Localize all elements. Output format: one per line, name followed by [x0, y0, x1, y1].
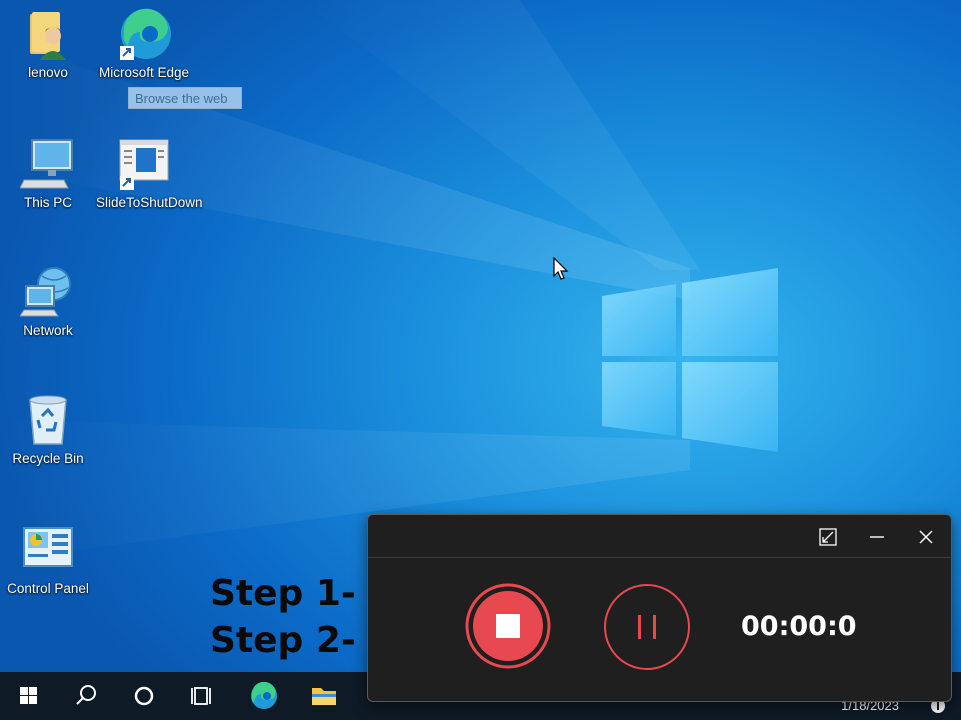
- desktop-icon-this-pc[interactable]: This PC: [0, 136, 96, 211]
- desktop-icon-lenovo[interactable]: lenovo: [0, 6, 96, 81]
- user-folder-icon: [20, 6, 76, 62]
- stop-recording-button[interactable]: [465, 583, 551, 669]
- minimize-button[interactable]: [864, 524, 890, 550]
- desktop-icon-label: This PC: [23, 195, 72, 210]
- cortana-button[interactable]: [120, 672, 168, 720]
- desktop-icon-slidetoshutdown[interactable]: SlideToShutDown: [96, 136, 203, 211]
- computer-icon: [19, 136, 76, 192]
- stop-icon: [465, 583, 551, 669]
- desktop-icon-label: Network: [23, 323, 73, 338]
- edge-icon: [116, 6, 172, 62]
- minimize-icon: [870, 536, 884, 538]
- task-view-icon: [191, 687, 211, 705]
- desktop: lenovo Microsoft Edge Browse the web Thi…: [0, 0, 961, 720]
- desktop-icon-network[interactable]: Network: [0, 264, 96, 339]
- expand-button[interactable]: [815, 524, 841, 550]
- close-button[interactable]: [913, 524, 939, 550]
- recorder-titlebar[interactable]: [368, 515, 951, 558]
- start-button[interactable]: [4, 672, 52, 720]
- control-panel-icon: [20, 522, 76, 578]
- desktop-icon-label: SlideToShutDown: [96, 195, 203, 210]
- desktop-icon-label: lenovo: [28, 65, 68, 80]
- windows-logo-wallpaper: [602, 268, 778, 452]
- recycle-bin-icon: [20, 392, 76, 448]
- desktop-icon-control-panel[interactable]: Control Panel: [0, 522, 96, 597]
- slide-to-shutdown-icon: [116, 136, 172, 192]
- folder-icon: [312, 688, 336, 705]
- desktop-icon-recycle-bin[interactable]: Recycle Bin: [0, 392, 96, 467]
- expand-icon: [819, 528, 837, 546]
- pause-recording-button[interactable]: [603, 583, 691, 671]
- pause-icon: [604, 584, 690, 670]
- taskbar-file-explorer-button[interactable]: [300, 672, 348, 720]
- search-icon: [76, 685, 96, 705]
- cortana-circle-icon: [134, 686, 154, 706]
- screen-recorder-window: 00:00:0: [367, 514, 952, 702]
- task-view-button[interactable]: [178, 672, 226, 720]
- edge-icon: [251, 681, 277, 709]
- desktop-icon-label: Recycle Bin: [12, 451, 84, 466]
- mouse-cursor-icon: [553, 257, 569, 280]
- tooltip: Browse the web: [128, 87, 242, 109]
- desktop-icon-edge[interactable]: Microsoft Edge: [96, 6, 192, 81]
- desktop-icon-label: Control Panel: [7, 581, 89, 596]
- recording-timer: 00:00:0: [741, 611, 857, 642]
- search-button[interactable]: [62, 672, 110, 720]
- desktop-icon-label: Microsoft Edge: [98, 65, 190, 80]
- close-icon: [919, 530, 933, 544]
- windows-start-icon: [20, 687, 37, 704]
- network-icon: [19, 264, 76, 320]
- taskbar-edge-button[interactable]: [240, 672, 288, 720]
